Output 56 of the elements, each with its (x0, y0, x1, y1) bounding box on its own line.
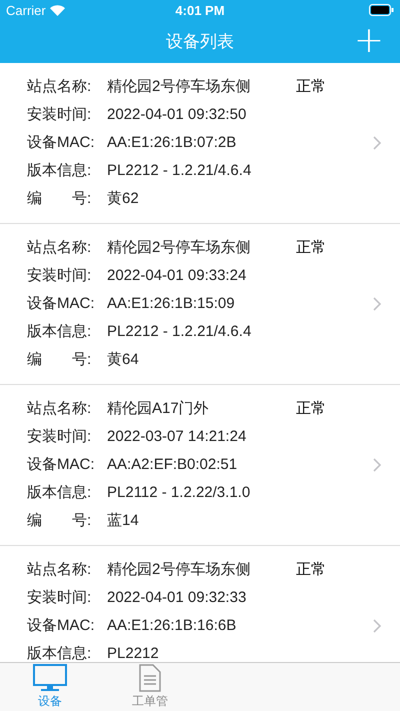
nav-title: 设备列表 (166, 31, 234, 53)
field-value: 2022-04-01 09:32:50 (107, 106, 246, 122)
field-value: 蓝14 (107, 510, 139, 530)
field-label: 设备MAC: (27, 132, 96, 152)
field-label: 设备MAC: (27, 454, 96, 474)
field-value: 精伦园A17门外 (107, 398, 209, 418)
field-label: 设备MAC: (27, 294, 96, 312)
field-value: AA:E1:26:1B:07:2B (107, 134, 236, 150)
field-value: 黄62 (107, 188, 139, 208)
field-label: 编 号: (27, 188, 92, 208)
field-label: 版本信息: (27, 644, 92, 662)
field-value: PL2212 - 1.2.21/4.6.4 (107, 162, 252, 178)
field-label: 版本信息: (27, 160, 92, 180)
field-value: 2022-04-01 09:32:33 (107, 588, 246, 606)
battery-icon (369, 4, 394, 16)
field-label: 版本信息: (27, 482, 92, 502)
field-label: 版本信息: (27, 322, 92, 340)
document-icon (139, 664, 161, 692)
field-value: PL2112 - 1.2.22/3.1.0 (107, 484, 250, 500)
field-label: 安装时间: (27, 104, 92, 124)
field-label: 站点名称: (27, 398, 92, 418)
field-value: 2022-04-01 09:33:24 (107, 266, 246, 284)
status-text: 正常 (296, 76, 326, 96)
field-label: 站点名称: (27, 238, 92, 256)
field-value: PL2212 (107, 644, 159, 662)
field-value: AA:E1:26:1B:15:09 (107, 294, 235, 312)
status-text: 正常 (296, 560, 326, 580)
add-button[interactable]: + (354, 25, 384, 57)
field-value: PL2212 - 1.2.21/4.6.4 (107, 322, 252, 340)
chevron-icon (372, 458, 382, 472)
field-label: 站点名称: (27, 76, 92, 96)
field-label: 设备MAC: (27, 616, 96, 634)
field-label: 编 号: (27, 510, 92, 530)
tab-item[interactable]: 工单管 (100, 663, 200, 711)
field-label: 安装时间: (27, 266, 92, 284)
carrier-text: Carrier (6, 2, 46, 18)
field-value: AA:A2:EF:B0:02:51 (107, 456, 238, 472)
field-label: 站点名称: (27, 560, 92, 578)
status-time: 4:01 PM (175, 2, 225, 18)
field-value: 2022-03-07 14:21:24 (107, 428, 246, 444)
field-label: 安装时间: (27, 426, 92, 446)
wifi-icon (50, 4, 65, 16)
field-value: 黄64 (107, 350, 139, 368)
chevron-icon (372, 136, 382, 150)
field-label: 安装时间: (27, 588, 92, 606)
field-label: 编 号: (27, 350, 92, 368)
chevron-icon (372, 619, 382, 633)
field-value: 精伦园2号停车场东侧 (107, 238, 250, 256)
status-text: 正常 (296, 398, 326, 418)
field-value: 精伦园2号停车场东侧 (107, 76, 250, 96)
field-value: 精伦园2号停车场东侧 (107, 560, 250, 578)
tab-item[interactable]: 设备 (0, 663, 100, 711)
status-text: 正常 (296, 238, 326, 258)
chevron-icon (372, 297, 382, 311)
monitor-icon (33, 664, 67, 692)
field-value: AA:E1:26:1B:16:6B (107, 616, 236, 634)
